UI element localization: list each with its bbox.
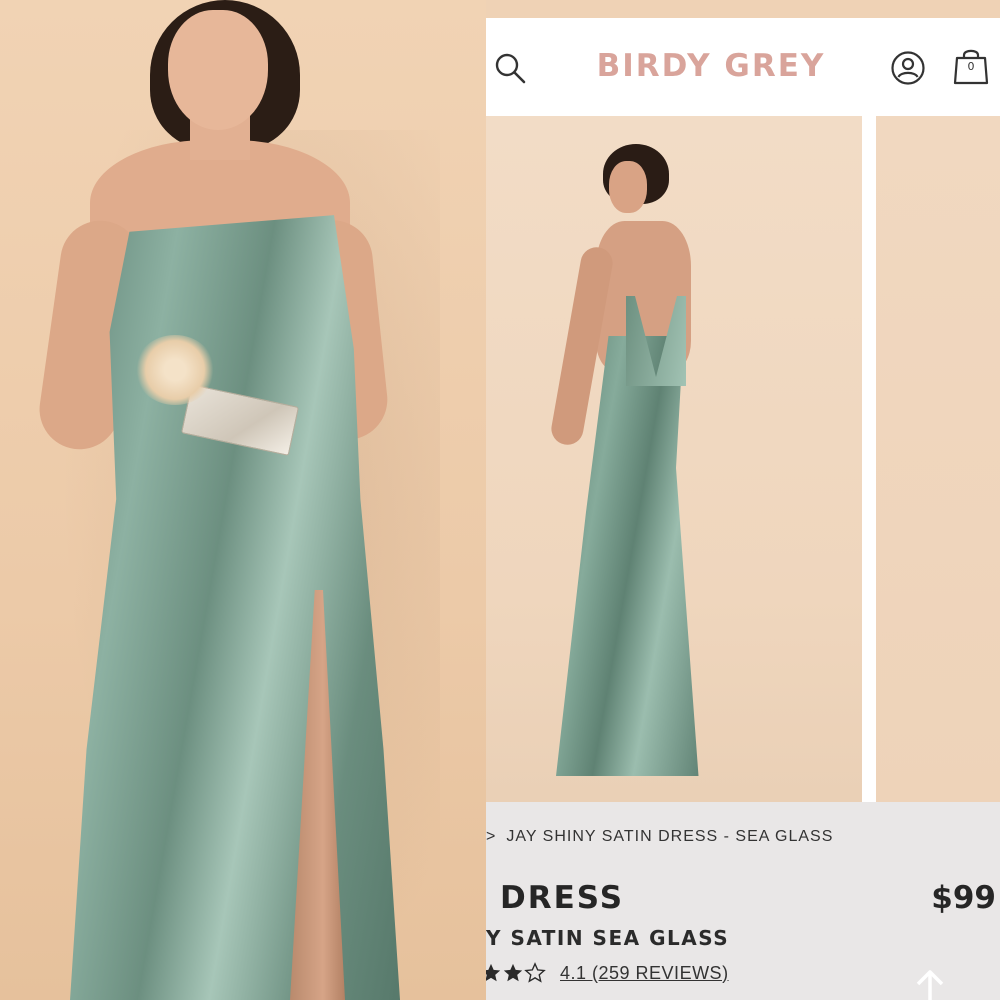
top-strip xyxy=(486,0,1000,18)
model-face xyxy=(168,10,268,130)
product-subtitle: Y SATIN SEA GLASS xyxy=(486,926,730,950)
star-filled-icon xyxy=(503,963,523,982)
star-empty-icon xyxy=(524,962,546,983)
bag-count: 0 xyxy=(967,60,975,73)
bouquet xyxy=(135,335,215,405)
product-page: BIRDY GREY 0 >JAY SHINY SATIN DRESS - S xyxy=(486,0,1000,1000)
reviews-link[interactable]: 4.1 (259 REVIEWS) xyxy=(560,963,729,984)
product-price: $99 xyxy=(931,880,996,916)
star-filled-icon xyxy=(486,963,501,982)
model-face xyxy=(609,161,647,213)
arrow-up-icon[interactable] xyxy=(910,966,950,1000)
shopping-bag-icon[interactable]: 0 xyxy=(952,46,990,86)
breadcrumb-current[interactable]: JAY SHINY SATIN DRESS - SEA GLASS xyxy=(506,828,833,845)
carousel-slide-main[interactable] xyxy=(486,116,862,802)
carousel-slide-next[interactable] xyxy=(876,116,1000,802)
account-icon[interactable] xyxy=(890,50,926,86)
brand-logo[interactable]: BIRDY GREY xyxy=(571,48,851,84)
site-header: BIRDY GREY 0 xyxy=(486,18,1000,116)
search-icon[interactable] xyxy=(494,52,526,84)
product-image-carousel[interactable] xyxy=(486,116,1000,802)
rating-row[interactable]: 4.1 (259 REVIEWS) xyxy=(486,958,729,988)
lifestyle-photo xyxy=(0,0,486,1000)
breadcrumb: > JAY SHINY SATIN DRESS - SEA GLASS xyxy=(486,828,1000,846)
breadcrumb-separator: > xyxy=(486,828,497,845)
rating-stars xyxy=(486,962,546,984)
product-title: DRESS xyxy=(500,880,625,916)
product-info: > JAY SHINY SATIN DRESS - SEA GLASS DRESS… xyxy=(486,802,1000,1000)
